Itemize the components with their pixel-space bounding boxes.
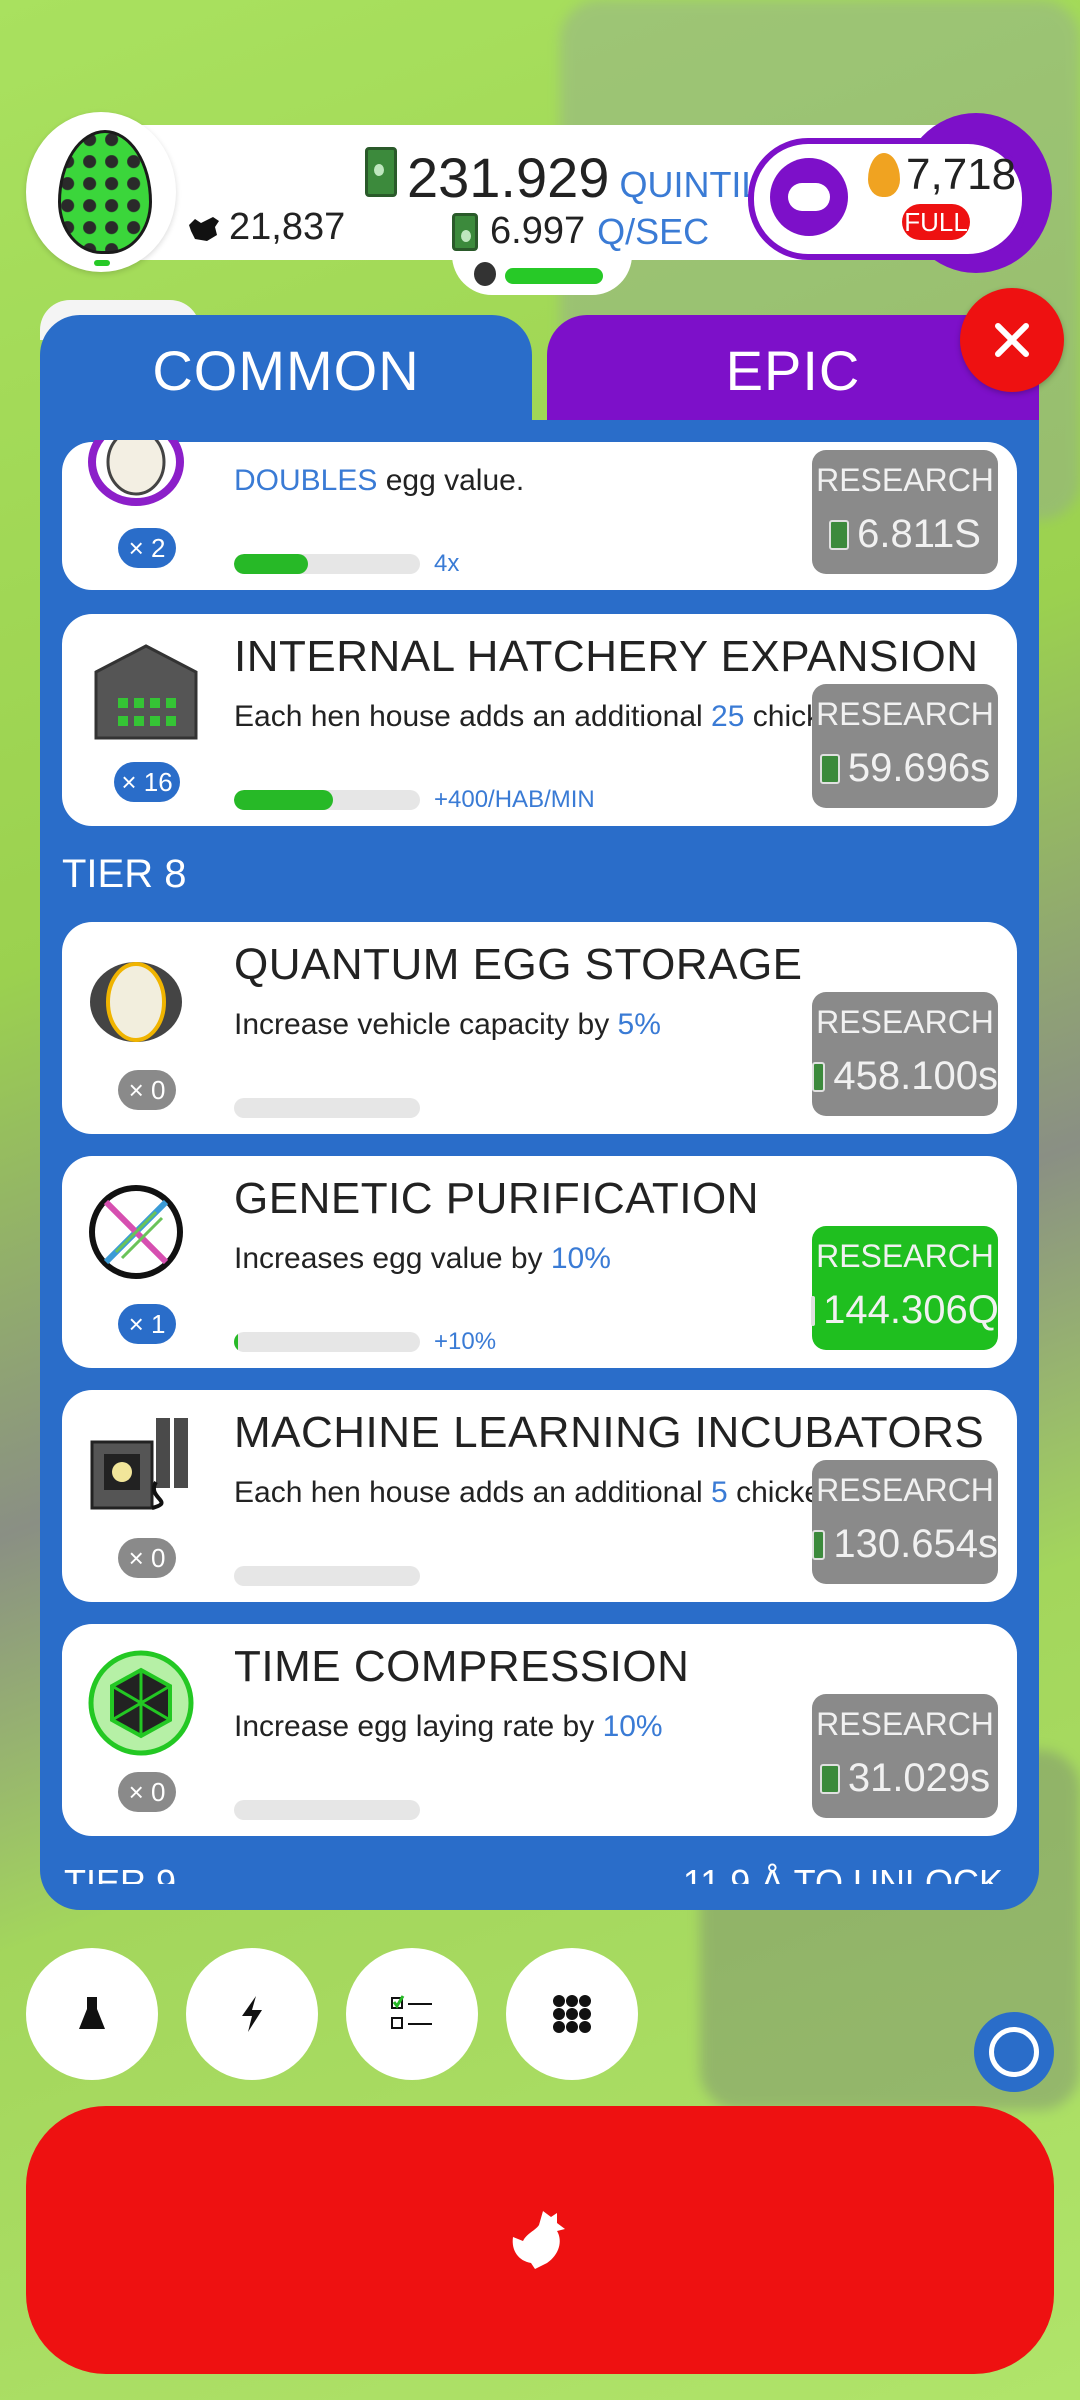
research-button[interactable]: RESEARCH 130.654s [812, 1460, 998, 1584]
progress-bar [234, 790, 420, 810]
hatch-chicken-button[interactable] [26, 2106, 1054, 2374]
level-badge: × 16 [114, 762, 180, 802]
tier-8-label: TIER 8 [62, 852, 187, 896]
research-desc: Each hen house adds an additional 5 chic… [234, 1476, 909, 1509]
research-button[interactable]: RESEARCH 6.811S [812, 450, 998, 574]
level-badge: × 1 [118, 1304, 176, 1344]
research-desc: Increase egg laying rate by 10% [234, 1710, 663, 1743]
chicken-count-value: 21,837 [229, 206, 346, 248]
rate-value: 6.997 [490, 210, 586, 252]
research-button[interactable]: RESEARCH 144.306Q [811, 1226, 999, 1350]
level-badge: × 0 [118, 1070, 176, 1110]
flask-icon [79, 1997, 105, 2029]
research-card: × 2 DOUBLES egg value. 4x RESEARCH 6.811… [62, 440, 1017, 590]
level-badge: × 0 [118, 1538, 176, 1578]
chicken-icon [189, 216, 219, 241]
level-badge: × 2 [118, 528, 176, 568]
cash-icon [829, 519, 850, 550]
chick-icon [474, 262, 496, 286]
piggy-full-badge: FULL [902, 204, 970, 240]
research-button[interactable]: RESEARCH 59.696s [812, 684, 998, 808]
cash-icon [452, 212, 478, 251]
main-menu-button[interactable] [506, 1948, 638, 2080]
research-card: × 16 INTERNAL HATCHERY EXPANSION Each he… [62, 614, 1017, 826]
close-button[interactable] [960, 288, 1064, 392]
research-title: GENETIC PURIFICATION [234, 1174, 759, 1223]
research-card: × 1 GENETIC PURIFICATION Increases egg v… [62, 1156, 1017, 1368]
tier-9-footer: TIER 9 11.9 Å TO UNLOCK [62, 1862, 1017, 1884]
hen-house-icon [94, 644, 198, 740]
tier-9-label: TIER 9 [64, 1862, 177, 1884]
progress-bar [234, 1800, 420, 1820]
time-compression-icon [88, 1650, 194, 1756]
cash-icon [365, 147, 397, 197]
cash-icon [812, 1529, 826, 1560]
grid-icon [553, 1995, 591, 2033]
research-title: INTERNAL HATCHERY EXPANSION [234, 632, 979, 681]
chicken-count: 21,837 [185, 206, 345, 249]
progress-bar [234, 554, 420, 574]
research-button[interactable]: RESEARCH 31.029s [812, 1694, 998, 1818]
level-badge: × 0 [118, 1772, 176, 1812]
progress-label: 4x [434, 550, 460, 577]
tab-common[interactable]: COMMON [40, 315, 532, 425]
research-card: × 0 TIME COMPRESSION Increase egg laying… [62, 1624, 1017, 1836]
boosts-button[interactable] [186, 1948, 318, 2080]
research-card: × 0 MACHINE LEARNING INCUBATORS Each hen… [62, 1390, 1017, 1602]
research-desc: Increases egg value by 10% [234, 1242, 611, 1275]
egg-value-icon [88, 440, 184, 506]
progress-label: +10% [434, 1328, 497, 1355]
hen-icon [512, 2211, 565, 2269]
circle-icon [989, 2027, 1039, 2077]
cash-icon [811, 1295, 816, 1326]
unlock-requirement: 11.9 Å TO UNLOCK [682, 1862, 1003, 1884]
research-title: MACHINE LEARNING INCUBATORS [234, 1408, 985, 1457]
research-title: TIME COMPRESSION [234, 1642, 690, 1691]
cash-icon [819, 753, 840, 784]
cash-icon [812, 1061, 826, 1092]
golden-egg-count: 7,718 [906, 150, 1017, 199]
research-list[interactable]: × 2 DOUBLES egg value. 4x RESEARCH 6.811… [62, 440, 1017, 1880]
money-value: 231.929 [407, 146, 610, 209]
income-rate: 6.997 Q/SEC [452, 210, 709, 253]
checklist-icon [391, 1995, 432, 2029]
research-desc: Increase vehicle capacity by 5% [234, 1008, 661, 1041]
progress-label: +400/HAB/MIN [434, 786, 595, 813]
piggy-bank-icon[interactable] [770, 158, 848, 236]
research-desc: DOUBLES egg value. [234, 464, 525, 497]
research-title: QUANTUM EGG STORAGE [234, 940, 803, 989]
egg-indicator [94, 260, 110, 266]
research-menu-button[interactable] [26, 1948, 158, 2080]
incubator-icon [90, 1418, 188, 1510]
missions-button[interactable] [346, 1948, 478, 2080]
lightning-icon [242, 1996, 262, 2032]
progress-bar [234, 1566, 420, 1586]
close-icon [995, 323, 1029, 357]
golden-egg-icon [868, 153, 900, 197]
progress-bar [234, 1332, 420, 1352]
research-button[interactable]: RESEARCH 458.100s [812, 992, 998, 1116]
camera-toggle-button[interactable] [974, 2012, 1054, 2092]
research-card: × 0 QUANTUM EGG STORAGE Increase vehicle… [62, 922, 1017, 1134]
quantum-egg-icon [90, 962, 182, 1042]
rate-unit: Q/SEC [597, 210, 710, 252]
hatchery-progress-bar [505, 268, 603, 284]
dna-icon [89, 1185, 183, 1279]
cash-icon [819, 1763, 840, 1794]
progress-bar [234, 1098, 420, 1118]
